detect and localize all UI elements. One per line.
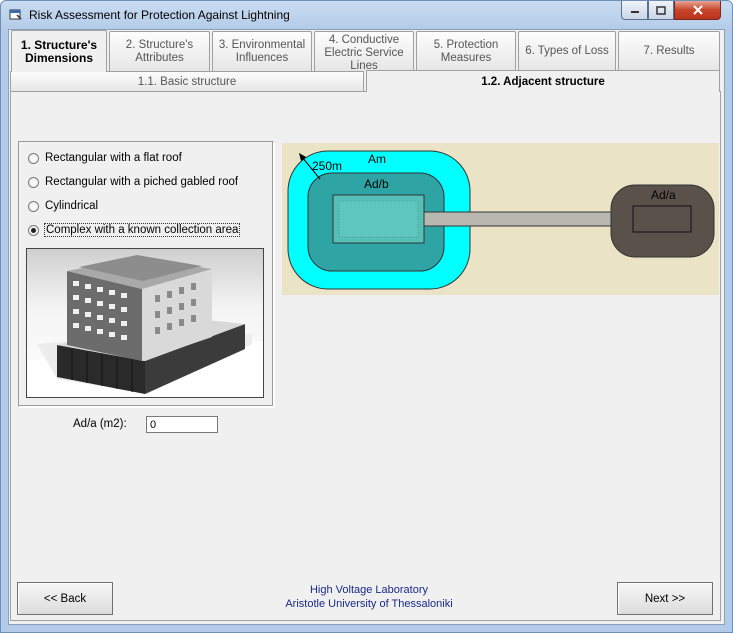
radio-label: Complex with a known collection area bbox=[43, 223, 241, 237]
radio-label: Rectangular with a piched gabled roof bbox=[45, 176, 239, 188]
main-window: Risk Assessment for Protection Against L… bbox=[0, 0, 733, 633]
tab-label-line: 5. Protection bbox=[433, 38, 499, 51]
subtab-label: 1.1. Basic structure bbox=[137, 75, 237, 88]
radio-gabled-roof[interactable]: Rectangular with a piched gabled roof bbox=[28, 174, 238, 190]
tab-label-line: Measures bbox=[440, 51, 492, 64]
tab-label-line: 4. Conductive bbox=[328, 34, 400, 46]
client-area: 1. Structure's Dimensions 2. Structure's A… bbox=[8, 29, 725, 625]
tab-types-of-loss[interactable]: 6. Types of Loss bbox=[518, 31, 616, 71]
structure-shape-group: Rectangular with a flat roof Rectangular… bbox=[18, 141, 274, 407]
next-button[interactable]: Next >> bbox=[617, 582, 713, 615]
adjacent-structure-panel: Rectangular with a flat roof Rectangular… bbox=[10, 91, 721, 621]
subtab-label: 1.2. Adjacent structure bbox=[481, 75, 605, 88]
collection-area-diagram: 250m Am Ad/b Ad/a bbox=[282, 143, 719, 295]
radio-button[interactable] bbox=[28, 200, 39, 212]
tab-results[interactable]: 7. Results bbox=[618, 31, 720, 71]
tab-label-line: Attributes bbox=[135, 51, 184, 64]
radio-flat-roof[interactable]: Rectangular with a flat roof bbox=[28, 150, 182, 166]
tab-environmental-influences[interactable]: 3. Environmental Influences bbox=[212, 31, 312, 71]
title-bar[interactable]: Risk Assessment for Protection Against L… bbox=[1, 1, 732, 29]
adb-label: Ad/b bbox=[364, 177, 389, 191]
building-illustration bbox=[27, 255, 263, 397]
radius-label: 250m bbox=[312, 159, 342, 173]
footer-credits: High Voltage Laboratory Aristotle Univer… bbox=[269, 583, 469, 611]
tab-structures-attributes[interactable]: 2. Structure's Attributes bbox=[109, 31, 210, 71]
tab-label-line: Electric Service bbox=[324, 47, 404, 59]
minimize-icon bbox=[630, 11, 639, 13]
close-button[interactable] bbox=[674, 1, 721, 20]
tab-label-line: 3. Environmental bbox=[218, 38, 306, 51]
maximize-icon bbox=[656, 5, 666, 15]
minimize-button[interactable] bbox=[621, 1, 648, 20]
radio-complex-collection-area[interactable]: Complex with a known collection area bbox=[28, 222, 241, 238]
radio-button[interactable] bbox=[28, 176, 39, 188]
radio-cylindrical[interactable]: Cylindrical bbox=[28, 198, 98, 214]
subtab-basic-structure[interactable]: 1.1. Basic structure bbox=[10, 71, 364, 92]
tab-label-line: 6. Types of Loss bbox=[525, 45, 609, 57]
radio-button[interactable] bbox=[28, 152, 39, 164]
complex-building-image bbox=[26, 248, 264, 398]
tab-structures-dimensions[interactable]: 1. Structure's Dimensions bbox=[11, 30, 107, 72]
subtab-adjacent-structure[interactable]: 1.2. Adjacent structure bbox=[366, 70, 720, 92]
tab-label-line: 2. Structure's bbox=[125, 38, 194, 51]
tab-label-line: Influences bbox=[235, 51, 289, 64]
radio-label: Cylindrical bbox=[45, 200, 99, 212]
area-field-label: Ad/a (m2): bbox=[73, 418, 127, 430]
adjacent-area-input[interactable] bbox=[146, 416, 218, 433]
maximize-button[interactable] bbox=[648, 1, 674, 20]
am-label: Am bbox=[368, 152, 386, 166]
footer-lab: High Voltage Laboratory bbox=[309, 584, 429, 596]
footer-university: Aristotle University of Thessaloniki bbox=[285, 598, 453, 610]
back-button[interactable]: << Back bbox=[17, 582, 113, 615]
tab-label-line: 1. Structure's bbox=[20, 37, 98, 52]
window-title: Risk Assessment for Protection Against L… bbox=[29, 8, 290, 22]
radio-button[interactable] bbox=[28, 224, 39, 236]
ada-label: Ad/a bbox=[651, 188, 676, 202]
tab-conductive-service-lines[interactable]: 4. Conductive Electric Service Lines bbox=[314, 31, 414, 72]
tab-label-line: 7. Results bbox=[643, 45, 695, 57]
tab-label-line: Dimensions bbox=[24, 50, 93, 65]
radio-label: Rectangular with a flat roof bbox=[45, 152, 182, 164]
close-icon bbox=[692, 5, 703, 15]
tab-protection-measures[interactable]: 5. Protection Measures bbox=[416, 31, 516, 71]
app-window-icon bbox=[9, 9, 22, 20]
collection-area-svg: 250m Am Ad/b Ad/a bbox=[287, 150, 715, 290]
